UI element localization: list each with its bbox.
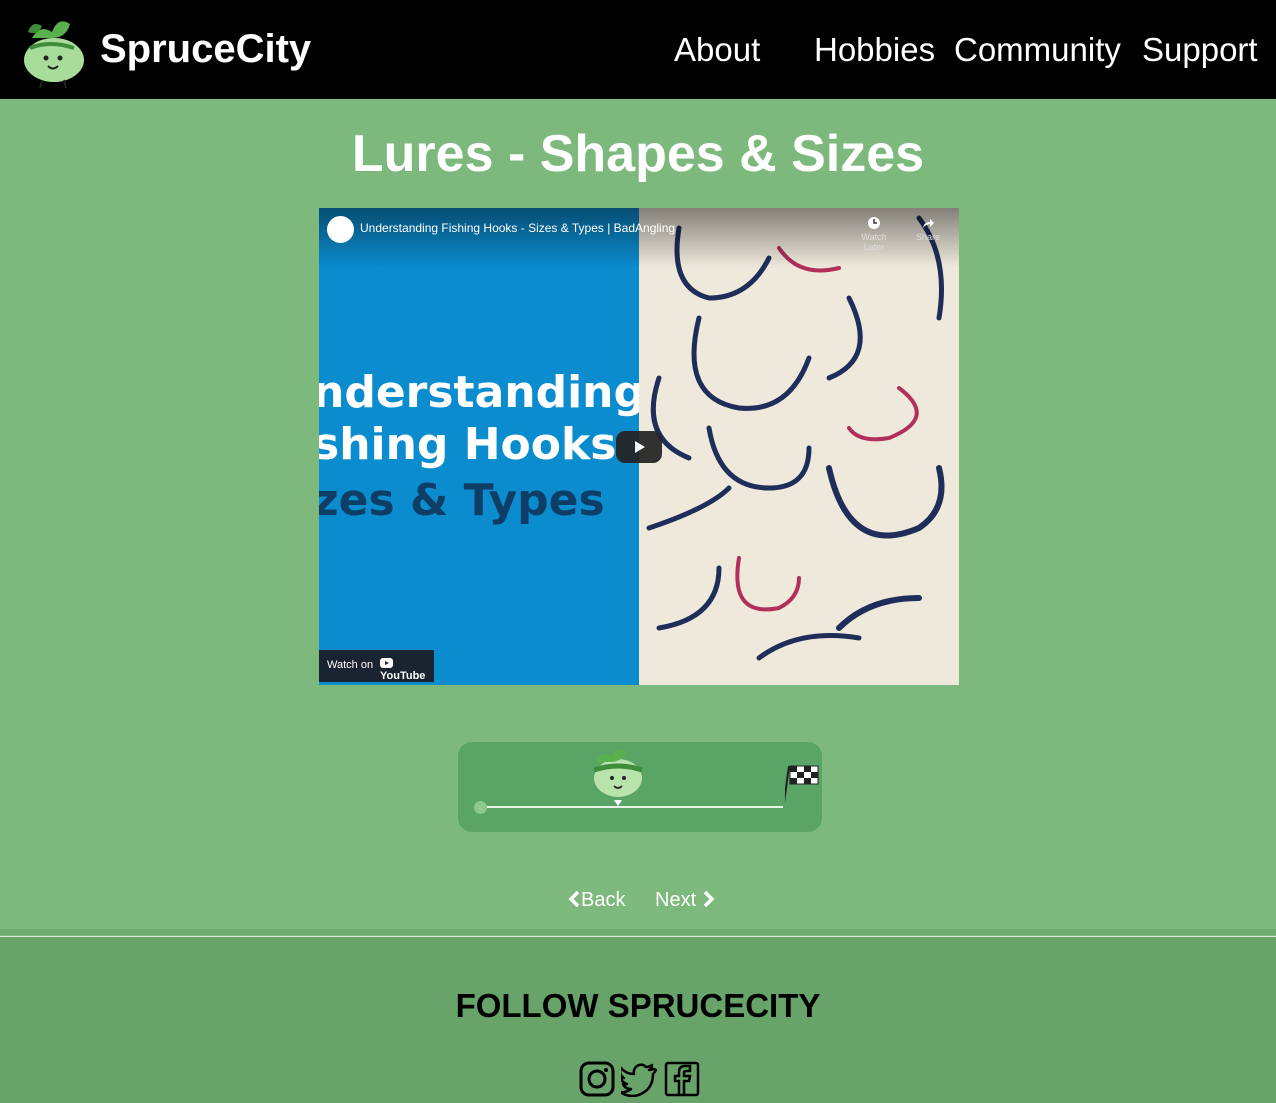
- video-thumbnail-left: nderstanding shing Hooks zes & Types: [319, 208, 645, 685]
- site-header: SpruceCity About Hobbies Community Suppo…: [0, 0, 1276, 99]
- page-title: Lures - Shapes & Sizes: [351, 125, 925, 183]
- clock-icon: [868, 217, 880, 229]
- watch-later-label: Watch Later: [861, 232, 887, 252]
- video-player[interactable]: nderstanding shing Hooks zes & Types Und…: [319, 208, 959, 685]
- instagram-icon[interactable]: [579, 1061, 615, 1097]
- hobby-progress-panel: [458, 742, 822, 832]
- watch-on-youtube-button[interactable]: Watch on YouTube: [319, 650, 434, 682]
- youtube-logo: YouTube: [380, 658, 434, 682]
- share-label: Share: [915, 232, 941, 242]
- share-arrow-icon: [923, 219, 934, 228]
- thumb-text-line: nderstanding: [319, 367, 645, 418]
- fishing-hooks-image: [639, 208, 959, 685]
- channel-avatar[interactable]: [327, 216, 354, 243]
- next-label: Next: [655, 889, 697, 911]
- video-title[interactable]: Understanding Fishing Hooks - Sizes & Ty…: [360, 221, 675, 235]
- youtube-wordmark: YouTube: [380, 670, 426, 682]
- nav-support[interactable]: Support: [1142, 31, 1258, 69]
- footer-divider: [0, 929, 1276, 935]
- nav-hobbies[interactable]: Hobbies: [814, 31, 935, 69]
- play-icon: [635, 441, 645, 453]
- follow-heading: FOLLOW SPRUCECITY: [455, 987, 821, 1024]
- next-button[interactable]: Next: [655, 888, 716, 912]
- brand-name[interactable]: SpruceCity: [100, 26, 311, 72]
- progress-start-dot: [474, 801, 487, 814]
- watch-later-button[interactable]: Watch Later: [852, 216, 896, 252]
- checkered-flag-icon: [785, 765, 819, 803]
- youtube-play-icon: [380, 658, 393, 668]
- twitter-icon[interactable]: [621, 1061, 657, 1097]
- back-label: Back: [581, 889, 626, 911]
- facebook-icon[interactable]: [664, 1061, 700, 1097]
- mascot-progress-marker-icon: [593, 749, 643, 806]
- play-button[interactable]: [616, 431, 662, 463]
- site-footer: FOLLOW SPRUCECITY: [0, 929, 1276, 1103]
- back-button[interactable]: Back: [567, 888, 625, 912]
- share-button[interactable]: Share: [906, 216, 950, 242]
- chevron-right-icon: [703, 890, 715, 908]
- watch-on-label: Watch on: [327, 659, 374, 671]
- thumb-text-line: shing Hooks: [319, 419, 617, 470]
- nav-about[interactable]: About: [674, 31, 760, 69]
- chevron-left-icon: [568, 890, 580, 908]
- spruce-bean-logo-icon[interactable]: [18, 10, 90, 88]
- thumb-text-line: zes & Types: [319, 475, 605, 526]
- nav-community[interactable]: Community: [954, 31, 1121, 69]
